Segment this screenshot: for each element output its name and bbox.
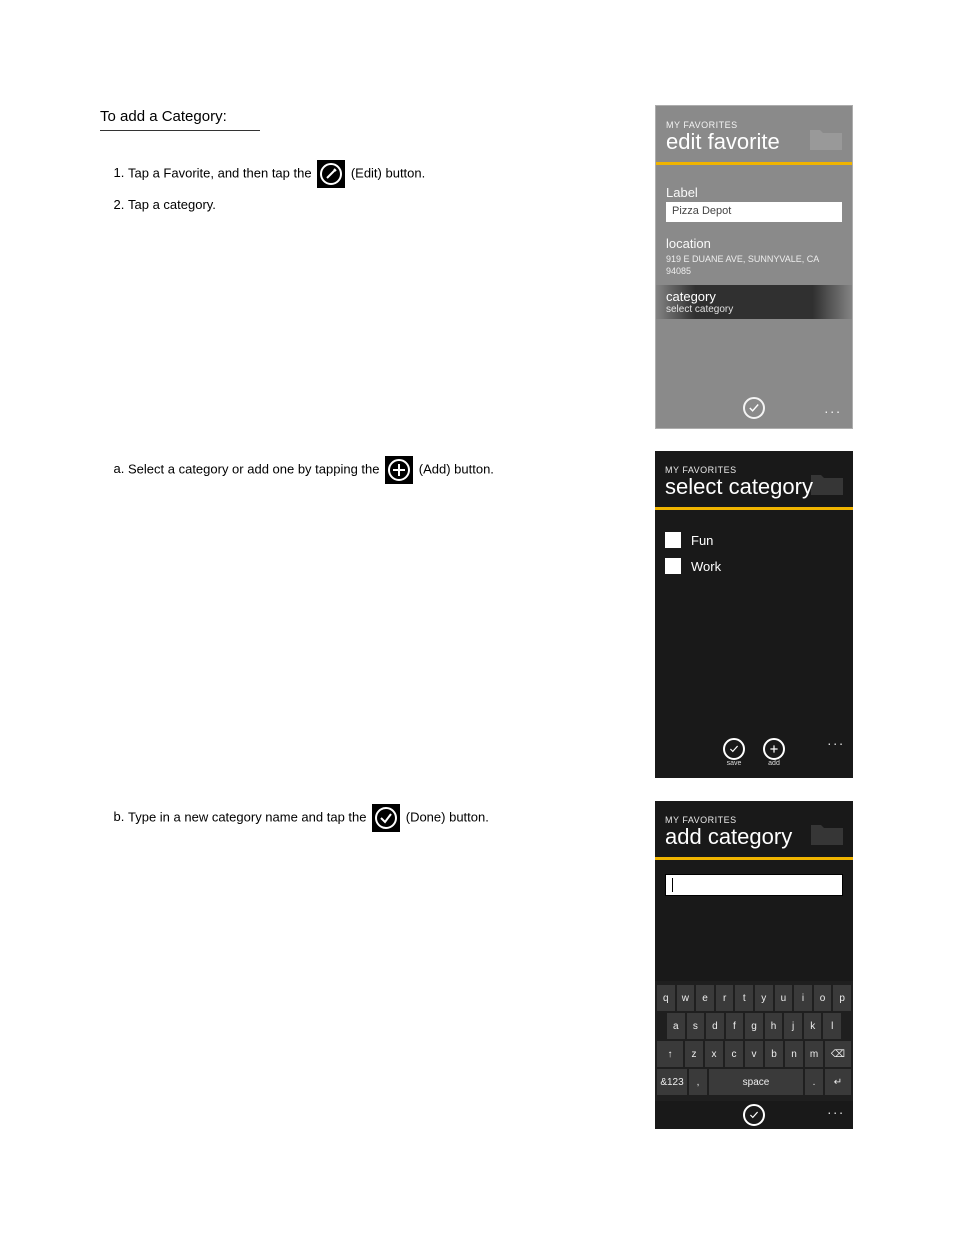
- save-button[interactable]: save: [723, 738, 745, 767]
- key-q[interactable]: q: [657, 985, 675, 1011]
- key-i[interactable]: i: [794, 985, 812, 1011]
- screenshot-select-category: MY FAVORITES select category Fun Work ..…: [655, 451, 853, 778]
- text: (Edit) button.: [351, 165, 425, 180]
- keyboard: q w e r t y u i o p a s d f g h j k l ↑ …: [655, 981, 853, 1101]
- text: (Done) button.: [406, 809, 489, 824]
- category-row[interactable]: category select category: [656, 285, 852, 319]
- folder-heart-icon: [809, 819, 845, 847]
- folder-heart-icon: [808, 124, 844, 152]
- done-button[interactable]: [743, 1104, 765, 1126]
- key-t[interactable]: t: [735, 985, 753, 1011]
- screenshot-edit-favorite: MY FAVORITES edit favorite Label Pizza D…: [655, 105, 853, 429]
- folder-heart-icon: [809, 469, 845, 497]
- key-z[interactable]: z: [685, 1041, 703, 1067]
- label-heading: Label: [666, 185, 842, 200]
- text-cursor: [672, 878, 673, 892]
- instruction-item: Select a category or add one by tapping …: [128, 456, 620, 484]
- add-button[interactable]: add: [763, 738, 785, 767]
- more-button[interactable]: ...: [827, 732, 845, 748]
- instruction-item: Tap a Favorite, and then tap the (Edit) …: [128, 160, 620, 188]
- category-heading: category: [666, 289, 842, 304]
- text: Tap a Favorite, and then tap the: [128, 165, 315, 180]
- add-icon: [385, 456, 413, 484]
- label-input[interactable]: Pizza Depot: [666, 202, 842, 222]
- screenshot-add-category: MY FAVORITES add category q w e r t y u …: [655, 801, 853, 1129]
- instruction-item: Tap a category.: [128, 196, 620, 215]
- key-space[interactable]: space: [709, 1069, 803, 1095]
- key-o[interactable]: o: [814, 985, 832, 1011]
- instruction-list-3: Type in a new category name and tap the …: [100, 804, 620, 832]
- key-j[interactable]: j: [784, 1013, 802, 1039]
- text: (Add) button.: [419, 461, 494, 476]
- key-w[interactable]: w: [677, 985, 695, 1011]
- category-item[interactable]: Fun: [665, 532, 843, 548]
- button-label: save: [727, 760, 742, 767]
- key-n[interactable]: n: [785, 1041, 803, 1067]
- key-comma[interactable]: ,: [689, 1069, 707, 1095]
- accent-bar: [655, 857, 853, 860]
- category-name-input[interactable]: [665, 874, 843, 896]
- key-p[interactable]: p: [833, 985, 851, 1011]
- category-label: Work: [691, 559, 721, 574]
- key-r[interactable]: r: [716, 985, 734, 1011]
- key-shift[interactable]: ↑: [657, 1041, 683, 1067]
- category-label: Fun: [691, 533, 713, 548]
- key-enter[interactable]: ↵: [825, 1069, 851, 1095]
- key-v[interactable]: v: [745, 1041, 763, 1067]
- key-b[interactable]: b: [765, 1041, 783, 1067]
- key-y[interactable]: y: [755, 985, 773, 1011]
- key-dot[interactable]: .: [805, 1069, 823, 1095]
- category-item[interactable]: Work: [665, 558, 843, 574]
- more-button[interactable]: ...: [827, 1101, 845, 1117]
- checkbox[interactable]: [665, 532, 681, 548]
- instruction-item: Type in a new category name and tap the …: [128, 804, 620, 832]
- key-e[interactable]: e: [696, 985, 714, 1011]
- instruction-list-2: Select a category or add one by tapping …: [100, 456, 620, 484]
- location-value: 919 E DUANE AVE, SUNNYVALE, CA 94085: [666, 253, 842, 277]
- key-h[interactable]: h: [765, 1013, 783, 1039]
- key-backspace[interactable]: ⌫: [825, 1041, 851, 1067]
- key-s[interactable]: s: [687, 1013, 705, 1039]
- instruction-list-1: Tap a Favorite, and then tap the (Edit) …: [100, 160, 620, 215]
- edit-icon: [317, 160, 345, 188]
- text: Select a category or add one by tapping …: [128, 461, 383, 476]
- more-button[interactable]: ...: [824, 400, 842, 416]
- key-k[interactable]: k: [804, 1013, 822, 1039]
- key-g[interactable]: g: [745, 1013, 763, 1039]
- key-c[interactable]: c: [725, 1041, 743, 1067]
- key-x[interactable]: x: [705, 1041, 723, 1067]
- key-symbols[interactable]: &123: [657, 1069, 687, 1095]
- key-l[interactable]: l: [823, 1013, 841, 1039]
- key-f[interactable]: f: [726, 1013, 744, 1039]
- done-button[interactable]: [743, 397, 765, 419]
- key-a[interactable]: a: [667, 1013, 685, 1039]
- location-heading: location: [666, 236, 842, 251]
- text: Type in a new category name and tap the: [128, 809, 370, 824]
- section-heading: To add a Category:: [100, 106, 260, 131]
- checkbox[interactable]: [665, 558, 681, 574]
- key-u[interactable]: u: [775, 985, 793, 1011]
- button-label: add: [768, 760, 780, 767]
- key-m[interactable]: m: [805, 1041, 823, 1067]
- category-value: select category: [666, 304, 842, 315]
- key-d[interactable]: d: [706, 1013, 724, 1039]
- done-icon: [372, 804, 400, 832]
